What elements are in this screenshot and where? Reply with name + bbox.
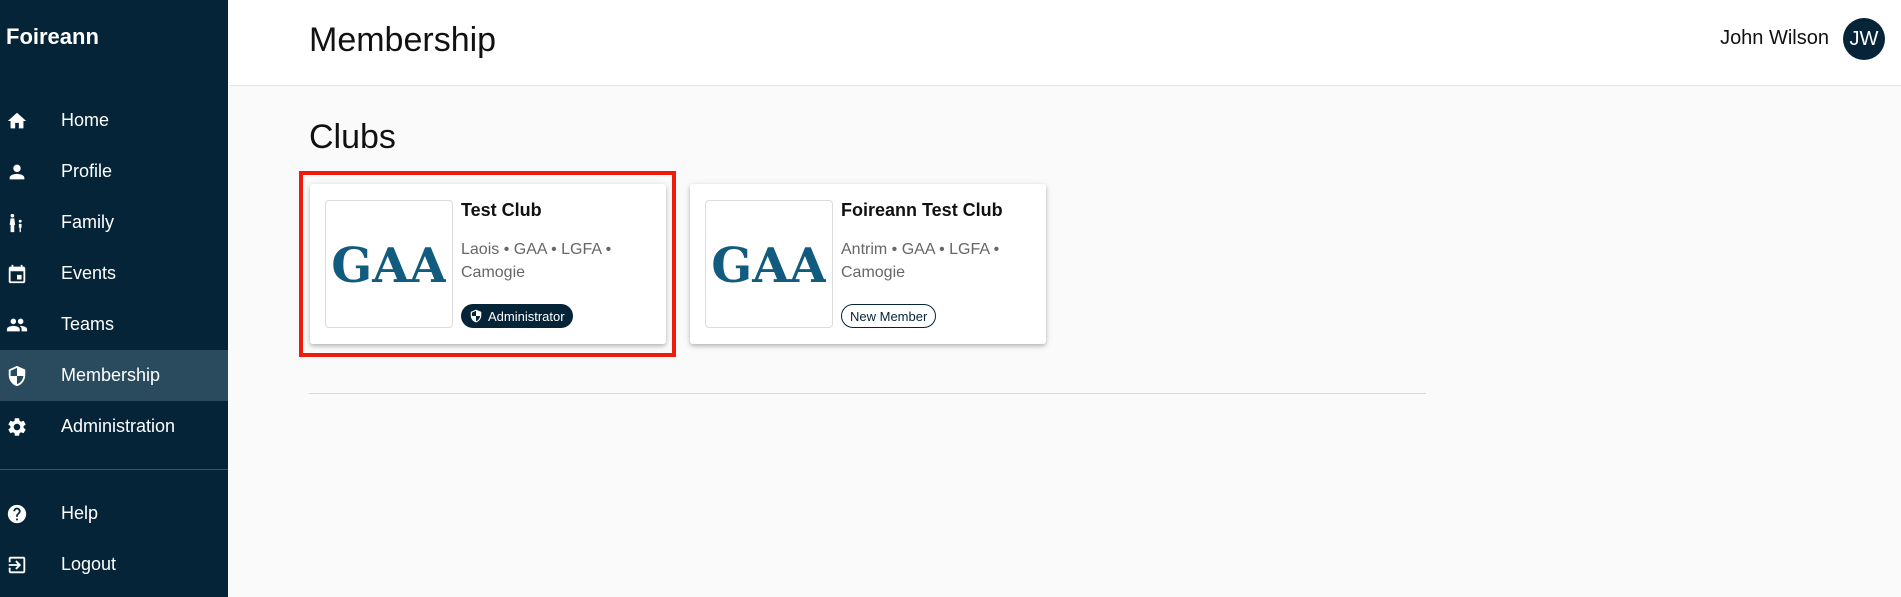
sidebar-item-membership[interactable]: Membership [0, 350, 228, 401]
sidebar-item-label: Home [61, 110, 110, 130]
sidebar-item-profile[interactable]: Profile [0, 146, 228, 197]
group-icon [6, 314, 28, 336]
person-icon [6, 161, 28, 183]
sidebar-divider [0, 469, 228, 470]
club-name: Foireann Test Club [841, 200, 1003, 220]
help-icon [6, 503, 28, 525]
sidebar-item-label: Family [61, 212, 114, 232]
club-card-foireann-test-club[interactable]: GAA Foireann Test Club Antrim • GAA • LG… [690, 184, 1046, 344]
role-badge-label: New Member [850, 308, 928, 324]
section-title-clubs: Clubs [309, 118, 396, 156]
sidebar-nav: Home Profile Family Events Teams Members… [0, 95, 228, 590]
sidebar-item-label: Membership [61, 365, 161, 385]
brand-name: Foireann [6, 24, 99, 49]
top-app-bar: Membership John Wilson JW [229, 0, 1901, 86]
sidebar-item-events[interactable]: Events [0, 248, 228, 299]
sidebar-item-family[interactable]: Family [0, 197, 228, 248]
logout-icon [6, 554, 28, 576]
family-icon [6, 212, 28, 234]
content-divider [309, 393, 1426, 394]
sidebar-item-administration[interactable]: Administration [0, 401, 228, 452]
svg-text:GAA: GAA [712, 240, 826, 288]
sidebar-item-home[interactable]: Home [0, 95, 228, 146]
sidebar-item-label: Help [61, 503, 99, 523]
sidebar-item-label: Logout [61, 554, 117, 574]
club-logo: GAA [705, 200, 833, 328]
selection-highlight [299, 171, 676, 357]
user-name[interactable]: John Wilson [1720, 27, 1829, 50]
sidebar-item-logout[interactable]: Logout [0, 539, 228, 590]
sidebar-item-label: Profile [61, 161, 113, 181]
role-badge-new-member: New Member [841, 304, 937, 328]
sidebar-item-label: Administration [61, 416, 176, 436]
gaa-logo-icon: GAA [712, 240, 826, 288]
sidebar-item-help[interactable]: Help [0, 488, 228, 539]
sidebar-item-label: Teams [61, 314, 115, 334]
home-icon [6, 110, 28, 132]
calendar-icon [6, 263, 28, 285]
gear-icon [6, 416, 28, 438]
page-title: Membership [309, 21, 497, 59]
sidebar-item-teams[interactable]: Teams [0, 299, 228, 350]
shield-icon [6, 365, 28, 387]
sidebar: Foireann Home Profile Family Events Team… [0, 0, 228, 597]
club-tags: Antrim • GAA • LGFA • Camogie [841, 241, 1000, 281]
sidebar-item-label: Events [61, 263, 117, 283]
avatar[interactable]: JW [1843, 18, 1885, 60]
